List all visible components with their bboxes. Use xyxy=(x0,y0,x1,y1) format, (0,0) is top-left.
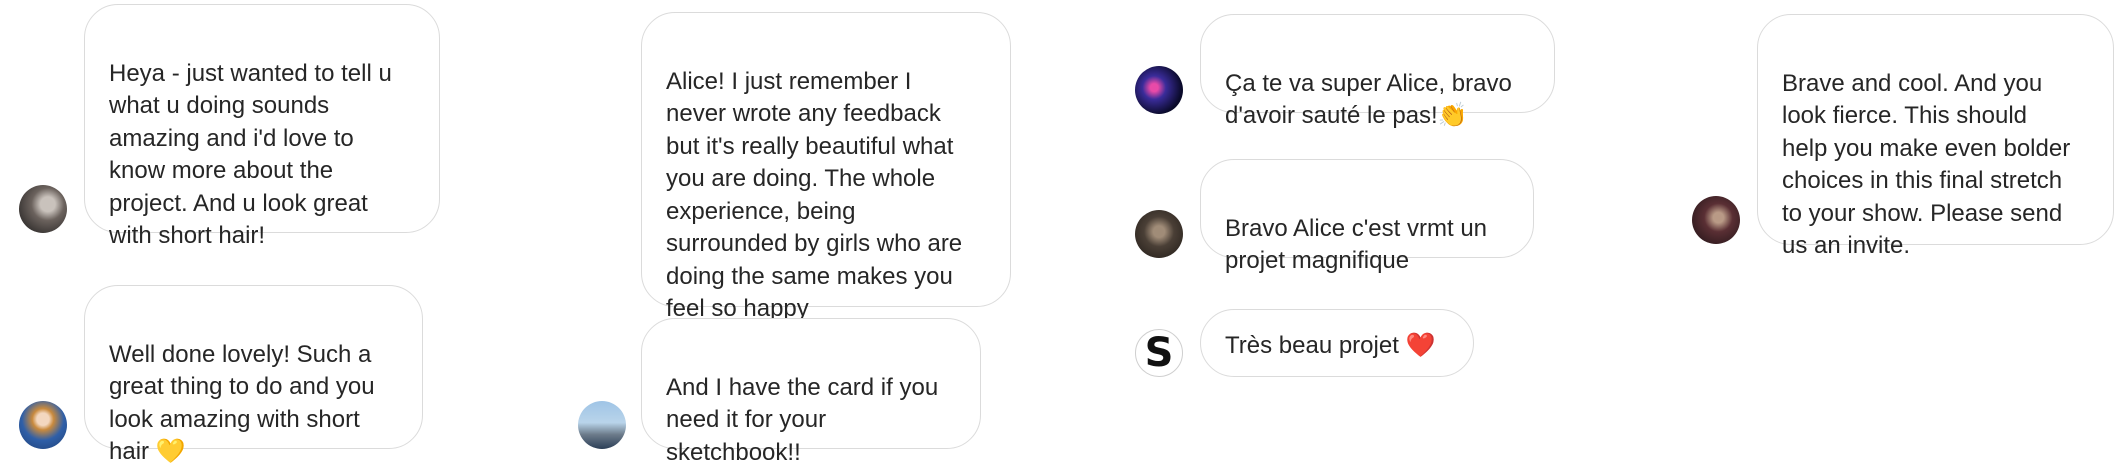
avatar[interactable] xyxy=(1135,210,1183,258)
avatar[interactable] xyxy=(1135,66,1183,114)
message-bubble: And I have the card if you need it for y… xyxy=(641,318,981,466)
message-bubble: Alice! I just remember I never wrote any… xyxy=(641,12,1011,322)
message-text: Bravo Alice c'est vrmt un projet magnifi… xyxy=(1225,214,1488,275)
message-text: Heya - just wanted to tell u what u doin… xyxy=(109,59,392,250)
message-bubble: Well done lovely! Such a great thing to … xyxy=(84,285,423,465)
message-text: Well done lovely! Such a great thing to … xyxy=(109,340,375,466)
avatar[interactable] xyxy=(578,401,626,449)
avatar[interactable] xyxy=(19,401,67,449)
avatar[interactable] xyxy=(19,185,67,233)
message-bubble: Ça te va super Alice, bravo d'avoir saut… xyxy=(1200,14,1555,129)
message-bubble: Brave and cool. And you look fierce. Thi… xyxy=(1757,14,2114,259)
message-text: Très beau projet ❤️ xyxy=(1225,332,1436,359)
message-bubble: Heya - just wanted to tell u what u doin… xyxy=(84,4,440,249)
message-text: Alice! I just remember I never wrote any… xyxy=(666,67,963,323)
avatar[interactable] xyxy=(1692,196,1740,244)
message-text: And I have the card if you need it for y… xyxy=(666,373,939,466)
message-bubble: Bravo Alice c'est vrmt un projet magnifi… xyxy=(1200,159,1534,274)
message-bubble: Très beau projet ❤️ xyxy=(1200,309,1474,377)
avatar[interactable]: S xyxy=(1135,329,1183,377)
message-text: Ça te va super Alice, bravo d'avoir saut… xyxy=(1225,69,1512,130)
message-text: Brave and cool. And you look fierce. Thi… xyxy=(1782,69,2071,260)
avatar-letter: S xyxy=(1144,330,1174,376)
